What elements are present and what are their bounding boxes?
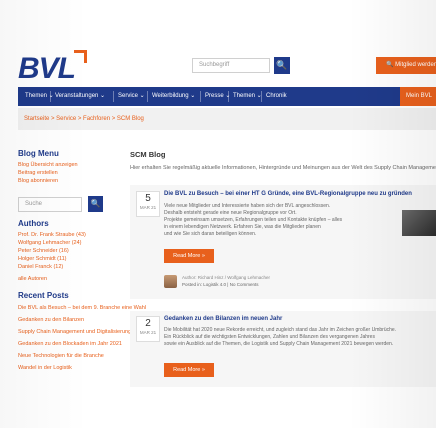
nav-item-veranstaltungen[interactable]: Veranstaltungen ⌄ xyxy=(55,87,105,106)
post-title[interactable]: Gedanken zu den Bilanzen im neuen Jahr xyxy=(164,316,282,322)
header-search-input[interactable]: Suchbegriff xyxy=(192,58,270,73)
blog-intro-text: Hier erhalten Sie regelmäßig aktuelle In… xyxy=(130,165,436,171)
read-more-button[interactable]: Read More » xyxy=(164,249,214,263)
post-excerpt-line: Ein Rückblick auf die wichtigsten Entwic… xyxy=(164,334,375,340)
post-category[interactable]: Posted in: Logistik 4.0 | No Comments xyxy=(182,282,258,287)
post-date-day: 5 xyxy=(145,193,151,204)
blog-menu-item[interactable]: Blog abonnieren xyxy=(18,178,58,184)
nav-item-presse[interactable]: Presse ⌄ xyxy=(205,87,230,106)
nav-item-service[interactable]: Service ⌄ xyxy=(118,87,145,106)
post-excerpt-line: Deshalb entsteht gerade eine neue Region… xyxy=(164,210,297,216)
author-link[interactable]: Peter Schneider (16) xyxy=(18,248,69,254)
post-excerpt: Die Mobilität hat 2020 neue Rekorde erre… xyxy=(164,327,432,348)
post-excerpt-line: und wie Sie sich daran beteiligen können… xyxy=(164,231,257,237)
post-excerpt-line: in einem lebendigen Netzwerk. Erfahren S… xyxy=(164,224,321,230)
blog-post: 5 MAR 21 Die BVL zu Besuch – bei einer H… xyxy=(130,185,436,299)
author-link[interactable]: Wolfgang Lehmacher (24) xyxy=(18,240,82,246)
nav-divider xyxy=(200,91,201,102)
nav-item-themen-2[interactable]: Themen ⌄ xyxy=(233,87,262,106)
breadcrumb-bar: Startseite > Service > Fachforen > SCM B… xyxy=(18,108,436,130)
nav-divider xyxy=(147,91,148,102)
post-excerpt-line: sowie ein Ausblick auf die Themen, die L… xyxy=(164,341,394,347)
bvl-logo[interactable]: BVL xyxy=(18,50,87,85)
nav-item-weiterbildung[interactable]: Weiterbildung ⌄ xyxy=(152,87,195,106)
blog-post: 2 MAR 21 Gedanken zu den Bilanzen im neu… xyxy=(130,311,436,387)
blog-menu-item[interactable]: Blog Übersicht anzeigen xyxy=(18,162,78,168)
main-navigation: Themen ⌄ Veranstaltungen ⌄ Service ⌄ Wei… xyxy=(18,87,436,106)
recent-post-link[interactable]: Neue Technologien für die Branche xyxy=(18,353,104,359)
read-more-button[interactable]: Read More » xyxy=(164,363,214,377)
post-excerpt: Viele neue Mitglieder und Interessierte … xyxy=(164,203,342,238)
author-avatar xyxy=(164,275,177,288)
post-title[interactable]: Die BVL zu Besuch – bei einer HT G Gründ… xyxy=(164,191,412,197)
blog-menu-item[interactable]: Beitrag erstellen xyxy=(18,170,58,176)
breadcrumb[interactable]: Startseite > Service > Fachforen > SCM B… xyxy=(24,108,144,130)
author-link[interactable]: Holger Schmidt (11) xyxy=(18,256,67,262)
all-authors-link[interactable]: alle Autoren xyxy=(18,276,47,282)
post-thumbnail-image[interactable] xyxy=(402,210,436,236)
author-link[interactable]: Daniel Franck (12) xyxy=(18,264,63,270)
recent-post-link[interactable]: Supply Chain Management und Digitalisier… xyxy=(18,329,131,335)
become-member-button[interactable]: 🔍 Mitglied werden xyxy=(376,57,436,74)
post-date-badge: 2 MAR 21 xyxy=(136,316,160,342)
authors-heading: Authors xyxy=(18,219,49,228)
sidebar-search-button[interactable]: 🔍 xyxy=(88,196,103,212)
header-search-button[interactable]: 🔍 xyxy=(274,57,290,74)
logo-mark-icon xyxy=(74,50,87,63)
search-icon: 🔍 xyxy=(276,60,288,70)
post-date-month: MAR 21 xyxy=(139,205,157,210)
post-author[interactable]: Author: Richard Hinz / Wolfgang Lehmache… xyxy=(182,275,270,280)
recent-post-link[interactable]: Gedanken zu den Bilanzen xyxy=(18,317,84,323)
nav-divider xyxy=(261,91,262,102)
blog-menu-heading: Blog Menu xyxy=(18,149,59,158)
recent-post-link[interactable]: Die BVL als Besuch – bei dem 9. Branche … xyxy=(18,305,146,311)
recent-posts-heading: Recent Posts xyxy=(18,291,69,300)
author-link[interactable]: Prof. Dr. Frank Straube (43) xyxy=(18,232,86,238)
post-date-month: MAR 21 xyxy=(139,330,157,335)
nav-item-chronik[interactable]: Chronik xyxy=(266,87,287,106)
nav-divider xyxy=(113,91,114,102)
nav-divider xyxy=(50,91,51,102)
page: BVL Suchbegriff 🔍 🔍 Mitglied werden Them… xyxy=(0,0,436,428)
post-excerpt-line: Projekte gemeinsam umsetzen, Erfahrungen… xyxy=(164,217,343,223)
recent-post-link[interactable]: Gedanken zu den Blockaden im Jahr 2021 xyxy=(18,341,122,347)
page-title: SCM Blog xyxy=(130,150,166,159)
nav-divider xyxy=(228,91,229,102)
search-icon: 🔍 xyxy=(90,199,101,208)
recent-post-link[interactable]: Wandel in der Logistik xyxy=(18,365,72,371)
post-excerpt-line: Die Mobilität hat 2020 neue Rekorde erre… xyxy=(164,327,397,333)
post-excerpt-line: Viele neue Mitglieder und Interessierte … xyxy=(164,203,331,209)
post-date-day: 2 xyxy=(145,318,151,329)
logo-text: BVL xyxy=(18,52,76,85)
nav-login-button[interactable]: Mein BVL xyxy=(400,87,436,106)
post-date-badge: 5 MAR 21 xyxy=(136,191,160,217)
sidebar-search-input[interactable]: Suche xyxy=(18,197,82,212)
